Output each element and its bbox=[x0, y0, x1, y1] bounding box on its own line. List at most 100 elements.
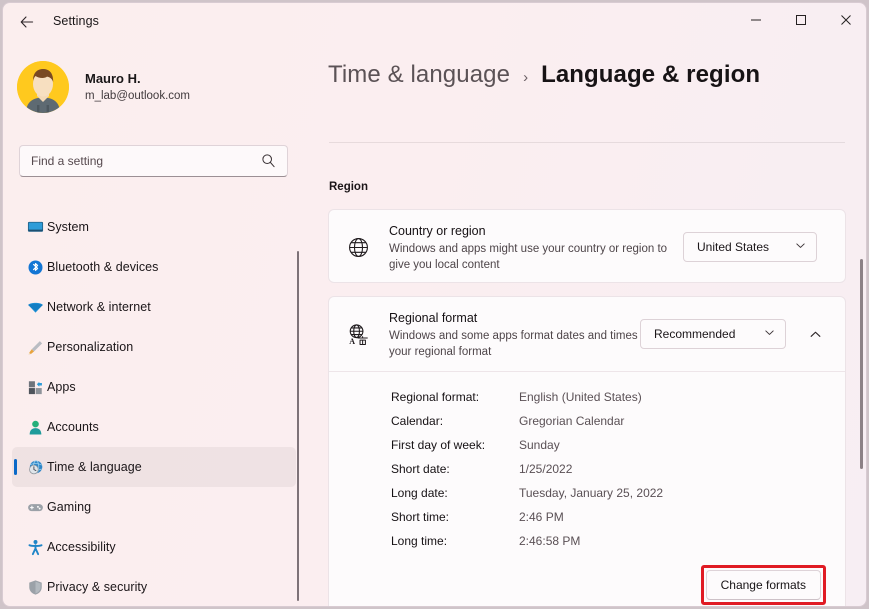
sidebar-item-system[interactable]: System bbox=[12, 207, 296, 247]
sidebar-item-apps[interactable]: Apps bbox=[12, 367, 296, 407]
chevron-up-icon bbox=[810, 331, 820, 337]
maximize-icon bbox=[795, 15, 806, 25]
translate-globe-icon: A bbox=[346, 322, 370, 346]
detail-value: Tuesday, January 25, 2022 bbox=[519, 486, 664, 500]
detail-row: Long time: 2:46:58 PM bbox=[391, 529, 811, 553]
country-dropdown[interactable]: United States bbox=[683, 232, 817, 262]
chevron-down-icon bbox=[795, 240, 806, 254]
breadcrumb-parent[interactable]: Time & language bbox=[328, 61, 510, 89]
accessibility-icon bbox=[26, 538, 44, 556]
change-formats-button[interactable]: Change formats bbox=[705, 570, 821, 600]
app-title: Settings bbox=[53, 14, 99, 28]
sidebar-item-gaming[interactable]: Gaming bbox=[12, 487, 296, 527]
detail-row: Regional format: English (United States) bbox=[391, 385, 811, 409]
header-divider bbox=[329, 142, 845, 143]
change-formats-highlight: Change formats bbox=[700, 565, 826, 605]
sidebar-item-label: Network & internet bbox=[47, 300, 151, 314]
country-card-description: Windows and apps might use your country … bbox=[389, 242, 668, 271]
globe-icon bbox=[346, 235, 370, 259]
wifi-icon bbox=[26, 298, 44, 316]
title-bar: Settings bbox=[3, 3, 866, 39]
regional-card-row: A Regional format Windows and some apps … bbox=[329, 297, 845, 371]
detail-key: Long time: bbox=[391, 534, 448, 548]
person-icon bbox=[26, 418, 44, 436]
account-block[interactable]: Mauro H. m_lab@outlook.com bbox=[17, 61, 190, 113]
detail-row: Short date: 1/25/2022 bbox=[391, 457, 811, 481]
svg-text:A: A bbox=[349, 337, 355, 346]
sidebar-item-label: Gaming bbox=[47, 500, 92, 514]
apps-grid-icon bbox=[26, 378, 44, 396]
window-controls bbox=[733, 3, 866, 37]
back-button[interactable] bbox=[12, 8, 42, 36]
country-card-title: Country or region bbox=[389, 223, 486, 238]
detail-key: Short date: bbox=[391, 462, 450, 476]
sidebar: Mauro H. m_lab@outlook.com Find a settin… bbox=[3, 39, 311, 606]
maximize-button[interactable] bbox=[778, 3, 823, 37]
expand-collapse-button[interactable] bbox=[800, 319, 830, 349]
monitor-icon bbox=[26, 218, 44, 236]
search-box[interactable] bbox=[19, 145, 288, 177]
detail-row: Long date: Tuesday, January 25, 2022 bbox=[391, 481, 811, 505]
close-button[interactable] bbox=[823, 3, 866, 37]
sidebar-item-label: Accessibility bbox=[47, 540, 116, 554]
card-divider bbox=[329, 371, 845, 372]
gamepad-icon bbox=[26, 498, 44, 516]
sidebar-item-label: System bbox=[47, 220, 89, 234]
detail-value: 2:46:58 PM bbox=[519, 534, 581, 548]
sidebar-item-personalization[interactable]: Personalization bbox=[12, 327, 296, 367]
sidebar-item-label: Personalization bbox=[47, 340, 134, 354]
shield-icon bbox=[26, 578, 44, 596]
navigation-list: System Bluetooth & devices Network & int… bbox=[12, 207, 296, 606]
sidebar-item-label: Time & language bbox=[47, 460, 142, 474]
country-or-region-card: Country or region Windows and apps might… bbox=[328, 209, 846, 283]
sidebar-scrollbar[interactable] bbox=[297, 251, 299, 601]
breadcrumb-separator-icon: › bbox=[523, 69, 529, 86]
country-dropdown-value: United States bbox=[697, 240, 770, 254]
close-icon bbox=[840, 15, 851, 25]
bluetooth-icon bbox=[26, 258, 44, 276]
clock-globe-icon bbox=[26, 458, 44, 476]
sidebar-item-time-language[interactable]: Time & language bbox=[12, 447, 296, 487]
account-email: m_lab@outlook.com bbox=[85, 90, 190, 102]
chevron-down-icon bbox=[764, 327, 775, 341]
country-card-row: Country or region Windows and apps might… bbox=[329, 210, 845, 284]
section-label-region: Region bbox=[329, 181, 368, 193]
detail-value: 2:46 PM bbox=[519, 510, 564, 524]
sidebar-item-privacy-security[interactable]: Privacy & security bbox=[12, 567, 296, 606]
sidebar-item-accessibility[interactable]: Accessibility bbox=[12, 527, 296, 567]
settings-window: Settings Mauro H. m_lab@outlook.com Find… bbox=[2, 2, 867, 607]
sidebar-item-label: Bluetooth & devices bbox=[47, 260, 159, 274]
search-icon bbox=[261, 153, 276, 173]
regional-format-details: Regional format: English (United States)… bbox=[391, 385, 811, 553]
regional-format-dropdown[interactable]: Recommended bbox=[640, 319, 786, 349]
detail-value: Gregorian Calendar bbox=[519, 414, 625, 428]
search-input[interactable] bbox=[31, 154, 246, 168]
detail-value: Sunday bbox=[519, 438, 560, 452]
paintbrush-icon bbox=[26, 338, 44, 356]
sidebar-item-accounts[interactable]: Accounts bbox=[12, 407, 296, 447]
account-name: Mauro H. bbox=[85, 71, 141, 86]
sidebar-item-bluetooth-devices[interactable]: Bluetooth & devices bbox=[12, 247, 296, 287]
detail-key: Short time: bbox=[391, 510, 450, 524]
detail-value: English (United States) bbox=[519, 390, 642, 404]
avatar bbox=[17, 61, 69, 113]
back-arrow-icon bbox=[20, 16, 34, 28]
regional-format-dropdown-value: Recommended bbox=[654, 327, 736, 341]
page-title: Language & region bbox=[541, 61, 761, 88]
detail-key: First day of week: bbox=[391, 438, 486, 452]
sidebar-item-network-internet[interactable]: Network & internet bbox=[12, 287, 296, 327]
minimize-icon bbox=[750, 19, 761, 21]
avatar-illustration-icon bbox=[17, 61, 69, 113]
main-content: Time & language › Language & region Regi… bbox=[311, 39, 866, 606]
breadcrumb: Time & language › Language & region bbox=[328, 61, 760, 89]
detail-row: First day of week: Sunday bbox=[391, 433, 811, 457]
sidebar-item-label: Apps bbox=[47, 380, 76, 394]
detail-value: 1/25/2022 bbox=[519, 462, 573, 476]
minimize-button[interactable] bbox=[733, 3, 778, 37]
sidebar-item-label: Accounts bbox=[47, 420, 99, 434]
main-scrollbar[interactable] bbox=[860, 259, 863, 469]
detail-key: Long date: bbox=[391, 486, 448, 500]
detail-row: Calendar: Gregorian Calendar bbox=[391, 409, 811, 433]
detail-key: Calendar: bbox=[391, 414, 444, 428]
regional-format-card: A Regional format Windows and some apps … bbox=[328, 296, 846, 606]
